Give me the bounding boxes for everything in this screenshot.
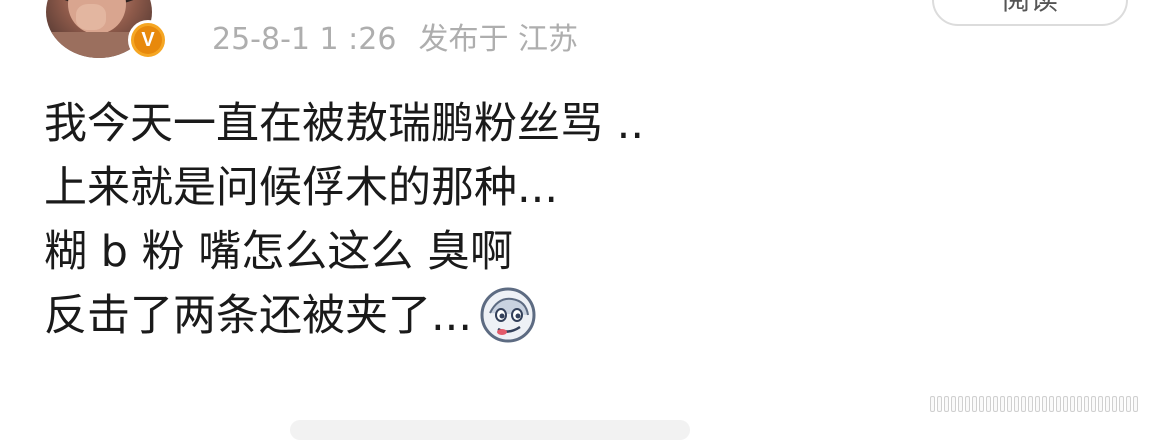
read-button[interactable]: 阅读 bbox=[932, 0, 1128, 26]
published-label: 发布于 bbox=[418, 22, 509, 57]
smirk-face-emoji-icon bbox=[478, 285, 538, 345]
bottom-action-bar[interactable] bbox=[290, 420, 690, 440]
post-line: 反击了两条还被夹了... bbox=[44, 291, 473, 341]
avatar-hand bbox=[76, 4, 106, 30]
post-line: 糊 b 粉 嘴怎么这么 臭啊 bbox=[44, 227, 513, 277]
post-line-with-emoji: 反击了两条还被夹了... bbox=[44, 284, 644, 348]
verified-badge-icon: V bbox=[128, 20, 168, 60]
image-scroll-indicator bbox=[930, 396, 1160, 412]
verified-badge-letter: V bbox=[134, 26, 162, 54]
post-timestamp: 25-8-1 1 :26 bbox=[212, 22, 397, 57]
post-line: 上来就是问候俘木的那种... bbox=[44, 163, 559, 213]
post-line: 我今天一直在被敖瑞鹏粉丝骂 .. bbox=[44, 99, 645, 149]
post-content: 我今天一直在被敖瑞鹏粉丝骂 .. 上来就是问候俘木的那种... 糊 b 粉 嘴怎… bbox=[44, 92, 644, 348]
post-meta: 25-8-1 1 :26 发布于 江苏 bbox=[212, 14, 578, 58]
post-location: 江苏 bbox=[518, 22, 578, 57]
